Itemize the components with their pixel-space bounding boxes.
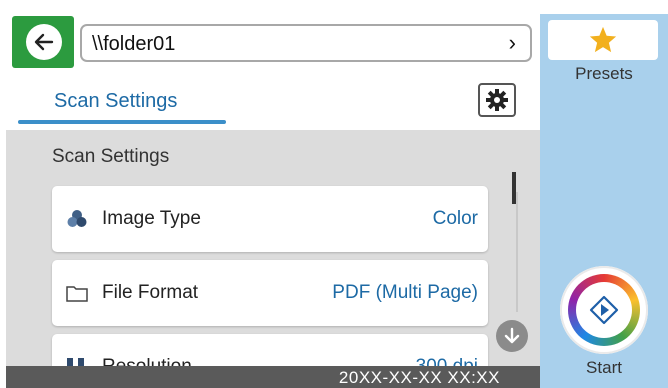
presets-label: Presets xyxy=(575,64,633,83)
folder-icon xyxy=(66,286,88,302)
settings-list-area: Scan Settings Image Type Color File Form… xyxy=(6,130,540,366)
date-time: 20XX-XX-XX XX:XX xyxy=(338,368,500,387)
setting-row-file-format[interactable]: File Format PDF (Multi Page) xyxy=(52,260,488,326)
gear-icon xyxy=(486,89,508,111)
top-bar: \\folder01 › xyxy=(6,14,540,70)
scan-to-folder-screen: \\folder01 › Scan Settings Scan Settings… xyxy=(0,0,668,388)
setting-row-resolution[interactable]: Resolution 300 dpi xyxy=(52,334,488,366)
setting-value: PDF (Multi Page) xyxy=(332,282,478,303)
section-title: Scan Settings xyxy=(52,146,170,167)
star-icon xyxy=(589,26,617,53)
start-icon xyxy=(576,282,632,338)
scroll-down-button[interactable] xyxy=(496,320,528,352)
tab-bar: Scan Settings xyxy=(6,70,540,130)
destination-path-field[interactable]: \\folder01 › xyxy=(80,24,532,62)
status-bar: 20XX-XX-XX XX:XX xyxy=(6,366,540,388)
start-label: Start xyxy=(586,358,622,377)
scrollbar-thumb[interactable] xyxy=(512,172,516,204)
active-tab-indicator xyxy=(18,120,226,124)
setting-label: Resolution xyxy=(102,356,192,366)
start-ring xyxy=(568,274,640,346)
image-type-icon xyxy=(67,210,87,227)
destination-path-text: \\folder01 xyxy=(92,33,176,55)
side-panel: Presets Start xyxy=(540,14,668,388)
back-arrow-icon xyxy=(26,24,62,60)
setting-label: File Format xyxy=(102,282,199,303)
scroll-track xyxy=(516,192,518,312)
back-button[interactable] xyxy=(12,16,74,68)
presets-button[interactable] xyxy=(548,20,658,60)
setting-value: 300 dpi xyxy=(416,356,478,366)
arrow-down-icon xyxy=(504,327,520,344)
tab-scan-settings[interactable]: Scan Settings xyxy=(54,90,177,113)
resolution-icon xyxy=(67,358,84,366)
chevron-right-icon: › xyxy=(508,30,516,55)
setting-value: Color xyxy=(432,208,478,229)
setting-row-image-type[interactable]: Image Type Color xyxy=(52,186,488,252)
start-button[interactable] xyxy=(560,266,648,354)
settings-button[interactable] xyxy=(478,83,516,117)
setting-label: Image Type xyxy=(102,208,201,229)
